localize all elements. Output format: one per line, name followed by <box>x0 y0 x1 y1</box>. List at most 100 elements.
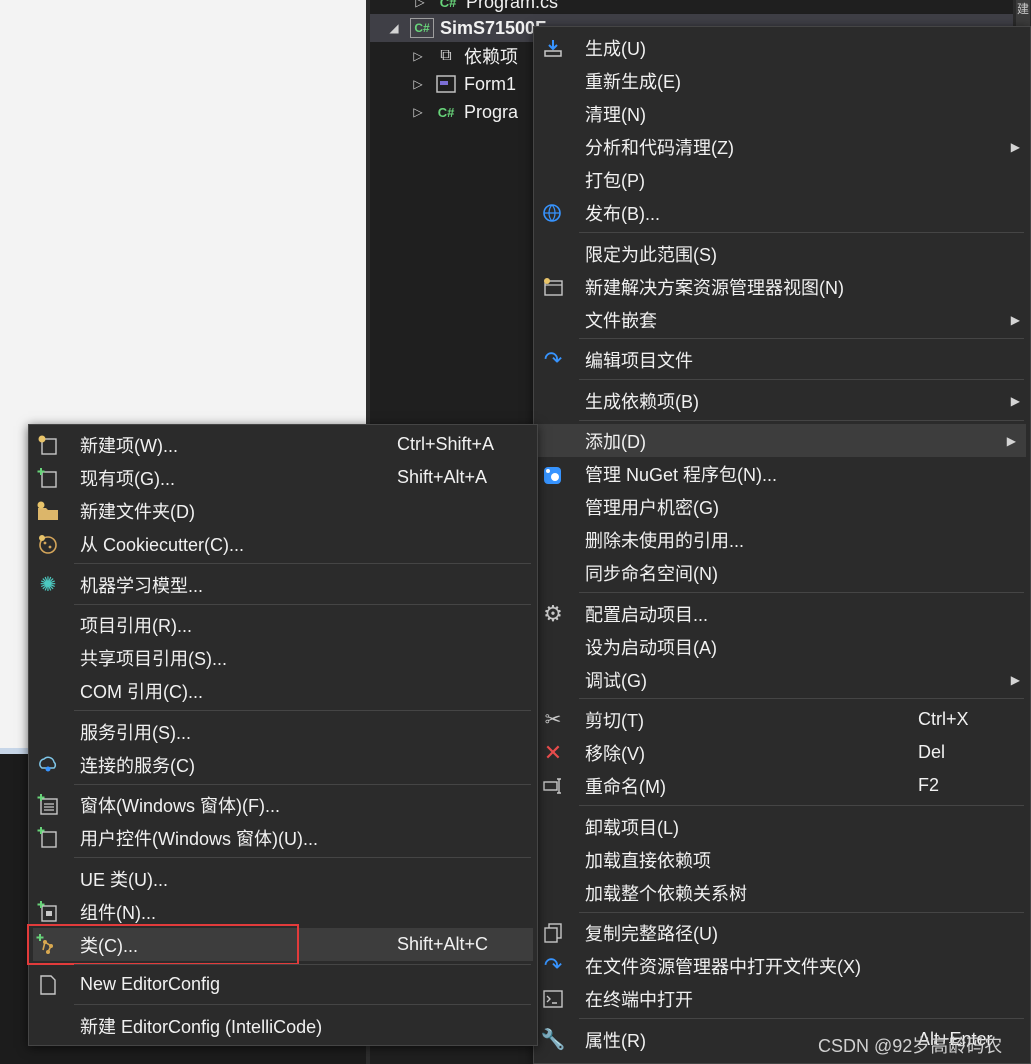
menu-item-configure-startup[interactable]: ⚙ 配置启动项目... <box>534 597 1030 630</box>
component-add-icon <box>35 899 61 925</box>
submenu-item-ue-class[interactable]: UE 类(U)... <box>29 862 537 895</box>
menu-item-publish[interactable]: 发布(B)... <box>534 196 1030 229</box>
form-icon <box>434 74 458 94</box>
menu-item-file-nesting[interactable]: 文件嵌套 ▶ <box>534 303 1030 336</box>
submenu-item-new-item[interactable]: 新建项(W)... Ctrl+Shift+A <box>29 428 537 461</box>
submenu-item-class[interactable]: 类(C)... Shift+Alt+C <box>27 924 533 965</box>
menu-item-nuget[interactable]: 管理 NuGet 程序包(N)... <box>534 457 1030 490</box>
menu-item-clean[interactable]: 清理(N) <box>534 97 1030 130</box>
menu-item-remove[interactable]: ✕ 移除(V) Del <box>534 736 1030 769</box>
menu-item-sync-namespaces[interactable]: 同步命名空间(N) <box>534 556 1030 589</box>
menu-item-open-folder[interactable]: ↷ 在文件资源管理器中打开文件夹(X) <box>534 949 1030 982</box>
menu-item-load-direct[interactable]: 加载直接依赖项 <box>534 843 1030 876</box>
submenu-arrow-icon: ▶ <box>1010 672 1020 687</box>
submenu-item-project-ref[interactable]: 项目引用(R)... <box>29 608 537 641</box>
edit-arrow-icon: ↷ <box>543 346 563 372</box>
project-context-menu: 生成(U) 重新生成(E) 清理(N) 分析和代码清理(Z) ▶ 打包(P) 发… <box>533 26 1031 1064</box>
menu-item-debug[interactable]: 调试(G) ▶ <box>534 663 1030 696</box>
menu-separator <box>579 805 1024 806</box>
document-icon <box>35 972 61 998</box>
menu-separator <box>579 1018 1024 1019</box>
submenu-item-windows-form[interactable]: 窗体(Windows 窗体)(F)... <box>29 788 537 821</box>
remove-x-icon: ✕ <box>543 739 563 765</box>
menu-item-rename[interactable]: 重命名(M) F2 <box>534 769 1030 802</box>
submenu-item-com-ref[interactable]: COM 引用(C)... <box>29 674 537 707</box>
submenu-arrow-icon: ▶ <box>1010 393 1020 408</box>
watermark: CSDN @92岁高龄码农 <box>818 1036 1003 1056</box>
menu-item-copy-path[interactable]: 复制完整路径(U) <box>534 916 1030 949</box>
menu-item-scope[interactable]: 限定为此范围(S) <box>534 237 1030 270</box>
menu-separator <box>74 1004 531 1005</box>
red-highlight-box <box>27 924 299 965</box>
submenu-arrow-icon: ▶ <box>1010 139 1020 154</box>
menu-separator <box>74 604 531 605</box>
scissors-icon: ✂ <box>544 709 562 731</box>
menu-item-build[interactable]: 生成(U) <box>534 31 1030 64</box>
menu-separator <box>74 857 531 858</box>
collapse-arrow-icon[interactable]: ◢ <box>384 21 404 35</box>
add-submenu: 新建项(W)... Ctrl+Shift+A 现有项(G)... Shift+A… <box>27 424 538 1046</box>
menu-item-new-view[interactable]: 新建解决方案资源管理器视图(N) <box>534 270 1030 303</box>
expand-arrow-icon[interactable]: ▷ <box>408 77 428 91</box>
open-folder-arrow-icon: ↷ <box>543 952 563 978</box>
tree-row-form1[interactable]: ▷ Form1 <box>408 70 516 98</box>
menu-separator <box>74 784 531 785</box>
submenu-item-shared-project-ref[interactable]: 共享项目引用(S)... <box>29 641 537 674</box>
menu-item-rebuild[interactable]: 重新生成(E) <box>534 64 1030 97</box>
csharp-file-icon: C# <box>437 104 455 120</box>
tree-label: Program.cs <box>466 0 559 12</box>
csharp-file-icon: C# <box>439 0 457 10</box>
submenu-item-service-ref[interactable]: 服务引用(S)... <box>29 715 537 748</box>
tree-row-dependencies[interactable]: ▷ ⧉ 依赖项 <box>408 42 518 70</box>
menu-separator <box>579 420 1024 421</box>
menu-item-analyze[interactable]: 分析和代码清理(Z) ▶ <box>534 130 1030 163</box>
menu-item-open-terminal[interactable]: 在终端中打开 <box>534 982 1030 1015</box>
menu-item-set-startup[interactable]: 设为启动项目(A) <box>534 630 1030 663</box>
menu-item-cut[interactable]: ✂ 剪切(T) Ctrl+X <box>534 703 1030 736</box>
class-add-icon <box>35 932 61 958</box>
existing-item-icon <box>35 465 61 491</box>
submenu-item-ml-model[interactable]: ✺ 机器学习模型... <box>29 568 537 601</box>
menu-item-add[interactable]: 添加(D) ▶ <box>538 424 1026 457</box>
tree-row-program[interactable]: ▷ C# Progra <box>408 98 518 126</box>
cookiecutter-icon <box>35 531 61 557</box>
submenu-item-editorconfig-intellicode[interactable]: 新建 EditorConfig (IntelliCode) <box>29 1009 537 1042</box>
user-control-add-icon <box>35 825 61 851</box>
submenu-item-user-control[interactable]: 用户控件(Windows 窗体)(U)... <box>29 821 537 854</box>
menu-item-edit-project[interactable]: ↷ 编辑项目文件 <box>534 343 1030 376</box>
submenu-item-editorconfig[interactable]: New EditorConfig <box>29 968 537 1001</box>
menu-item-load-tree[interactable]: 加载整个依赖关系树 <box>534 876 1030 909</box>
menu-separator <box>579 592 1024 593</box>
tree-label: Form1 <box>464 73 517 94</box>
nuget-icon <box>540 461 566 487</box>
menu-separator <box>579 379 1024 380</box>
menu-separator <box>579 912 1024 913</box>
submenu-arrow-icon: ▶ <box>1010 312 1020 327</box>
rename-icon <box>540 773 566 799</box>
menu-separator <box>579 698 1024 699</box>
ml-model-icon: ✺ <box>39 574 57 596</box>
submenu-item-cookiecutter[interactable]: 从 Cookiecutter(C)... <box>29 527 537 560</box>
submenu-item-existing-item[interactable]: 现有项(G)... Shift+Alt+A <box>29 461 537 494</box>
gear-icon: ⚙ <box>543 600 563 626</box>
expand-arrow-icon[interactable]: ▷ <box>408 49 428 63</box>
menu-item-user-secrets[interactable]: 管理用户机密(G) <box>534 490 1030 523</box>
expand-arrow-icon[interactable]: ▷ <box>408 105 428 119</box>
menu-separator <box>74 563 531 564</box>
menu-item-build-deps[interactable]: 生成依赖项(B) ▶ <box>534 384 1030 417</box>
form-add-icon <box>35 792 61 818</box>
tree-label: 依赖项 <box>464 47 518 67</box>
menu-item-unload[interactable]: 卸载项目(L) <box>534 810 1030 843</box>
new-folder-icon <box>35 498 61 524</box>
submenu-item-new-folder[interactable]: 新建文件夹(D) <box>29 494 537 527</box>
copy-icon <box>540 920 566 946</box>
csharp-project-icon: C# <box>410 18 434 38</box>
expand-arrow-icon[interactable]: ▷ <box>410 0 430 9</box>
wrench-icon: 🔧 <box>540 1029 566 1051</box>
submenu-item-connected-service[interactable]: 连接的服务(C) <box>29 748 537 781</box>
menu-item-remove-unused-refs[interactable]: 删除未使用的引用... <box>534 523 1030 556</box>
terminal-icon <box>540 986 566 1012</box>
menu-item-pack[interactable]: 打包(P) <box>534 163 1030 196</box>
tree-label: Progra <box>464 101 519 122</box>
build-icon <box>540 35 566 61</box>
